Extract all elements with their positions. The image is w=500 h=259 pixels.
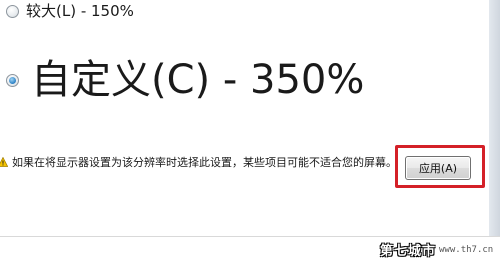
radio-label-large: 较大(L) - 150% [26, 2, 134, 20]
watermark-url: www.th7.cn [439, 244, 494, 255]
radio-button-large[interactable] [6, 4, 19, 18]
divider [0, 236, 500, 237]
radio-option-custom[interactable]: 自定义(C) - 350% [6, 55, 364, 105]
window-border [489, 0, 500, 236]
radio-label-custom: 自定义(C) - 350% [31, 57, 365, 103]
watermark: 第七城市 www.th7.cn [380, 240, 493, 259]
apply-button[interactable]: 应用(A) [405, 156, 471, 180]
watermark-text: 第七城市 [380, 244, 437, 259]
warning-text: 如果在将显示器设置为该分辨率时选择此设置，某些项目可能不适合您的屏幕。 [12, 156, 397, 169]
warning-icon [0, 157, 8, 167]
warning-message: 如果在将显示器设置为该分辨率时选择此设置，某些项目可能不适合您的屏幕。 [0, 154, 397, 170]
radio-button-custom[interactable] [6, 73, 19, 87]
radio-option-large[interactable]: 较大(L) - 150% [6, 0, 134, 22]
